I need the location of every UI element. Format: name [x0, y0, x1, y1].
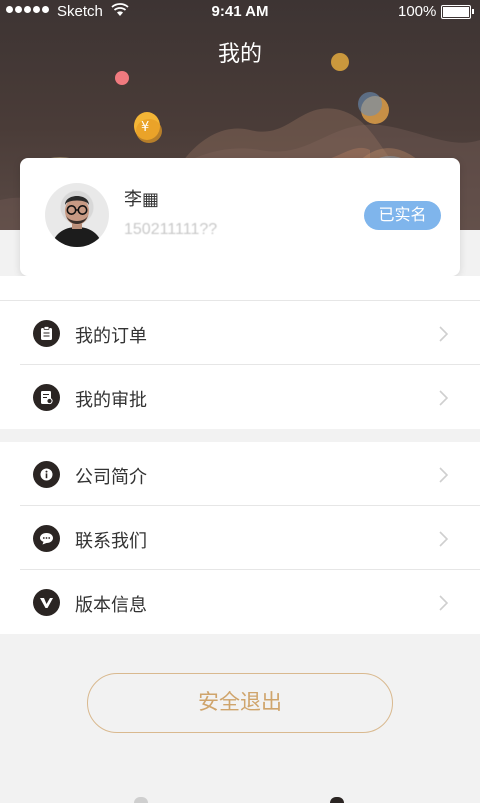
- chevron-right-icon: [438, 531, 449, 552]
- avatar[interactable]: [45, 183, 109, 247]
- menu-item-version-info[interactable]: 版本信息: [0, 570, 480, 634]
- battery-percentage: 100%: [398, 3, 437, 20]
- user-phone: 150211111??: [124, 221, 218, 238]
- page-title: 我的: [217, 41, 262, 66]
- battery-icon: [441, 5, 474, 19]
- menu-label: 公司简介: [75, 467, 147, 487]
- info-icon: [33, 461, 60, 488]
- menu-group-info: 公司简介 联系我们 版本信息: [0, 442, 480, 634]
- svg-text:¥: ¥: [141, 120, 149, 135]
- tab-bar: [0, 780, 480, 803]
- approval-doc-icon: [33, 384, 60, 411]
- logout-button[interactable]: 安全退出: [87, 673, 393, 733]
- menu-item-my-approvals[interactable]: 我的审批: [0, 365, 480, 429]
- menu-label: 版本信息: [75, 595, 147, 615]
- menu-label: 联系我们: [75, 531, 147, 551]
- profile-card[interactable]: 李▦ 150211111?? 已实名: [20, 158, 460, 276]
- status-bar: Sketch 9:41 AM 100%: [0, 0, 480, 24]
- chat-bubble-icon: [33, 525, 60, 552]
- tab-home-icon[interactable]: [134, 797, 148, 803]
- menu-label: 我的订单: [75, 326, 147, 346]
- user-name: 李▦: [124, 189, 160, 209]
- version-v-icon: [33, 589, 60, 616]
- menu-item-company-profile[interactable]: 公司简介: [0, 442, 480, 506]
- chevron-right-icon: [438, 595, 449, 616]
- chevron-right-icon: [438, 390, 449, 411]
- card-bottom-spacer: [0, 276, 480, 301]
- menu-group-orders: 我的订单 我的审批: [0, 300, 480, 429]
- menu-item-contact-us[interactable]: 联系我们: [0, 506, 480, 570]
- menu-item-my-orders[interactable]: 我的订单: [0, 301, 480, 365]
- menu-label: 我的审批: [75, 390, 147, 410]
- tab-profile-icon[interactable]: [330, 797, 344, 803]
- chevron-right-icon: [438, 326, 449, 347]
- chevron-right-icon: [438, 467, 449, 488]
- clipboard-icon: [33, 320, 60, 347]
- verified-badge: 已实名: [364, 201, 441, 230]
